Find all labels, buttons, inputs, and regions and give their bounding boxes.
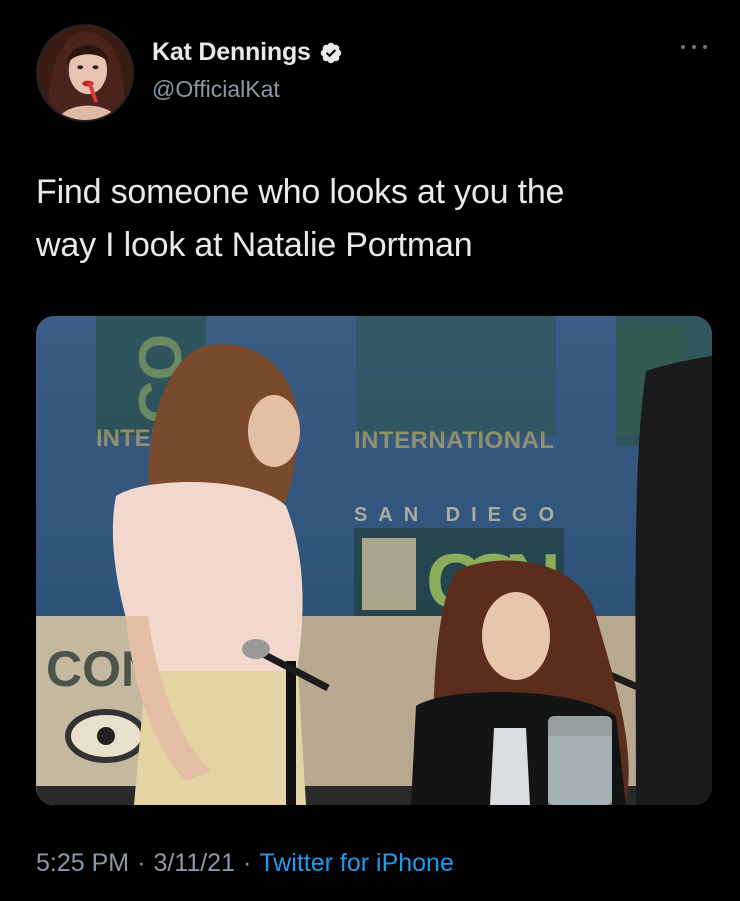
tweet-date[interactable]: 3/11/21 (153, 849, 235, 878)
display-name[interactable]: Kat Dennings (152, 38, 311, 67)
sign-san-diego-text: SAN DIEGO (354, 504, 554, 526)
photo-image: CO INTER INTERNATIONAL SAN DIEGO CON CON (36, 316, 712, 805)
tweet-photo[interactable]: CO INTER INTERNATIONAL SAN DIEGO CON CON (36, 316, 712, 805)
more-options-icon[interactable] (681, 40, 707, 54)
profile-photo-icon (38, 26, 132, 120)
avatar[interactable] (36, 24, 134, 122)
meta-separator-2: · (243, 849, 252, 877)
tweet-meta: 5:25 PM · 3/11/21 · Twitter for iPhone (36, 849, 454, 878)
tweet-text-line-2: way I look at Natalie Portman (36, 226, 473, 264)
user-name-row: Kat Dennings (152, 38, 343, 67)
meta-separator: · (137, 849, 146, 877)
tweet-text-line-1: Find someone who looks at you the (36, 173, 565, 211)
tweet: Kat Dennings @OfficialKat Find someone w… (0, 0, 740, 901)
user-handle[interactable]: @OfficialKat (152, 76, 280, 103)
tweet-time[interactable]: 5:25 PM (36, 849, 129, 878)
sign-international-text: INTERNATIONAL (354, 427, 554, 454)
verified-badge-icon (319, 41, 343, 65)
tweet-source-link[interactable]: Twitter for iPhone (259, 849, 454, 878)
tweet-text: Find someone who looks at you the way I … (36, 166, 696, 272)
